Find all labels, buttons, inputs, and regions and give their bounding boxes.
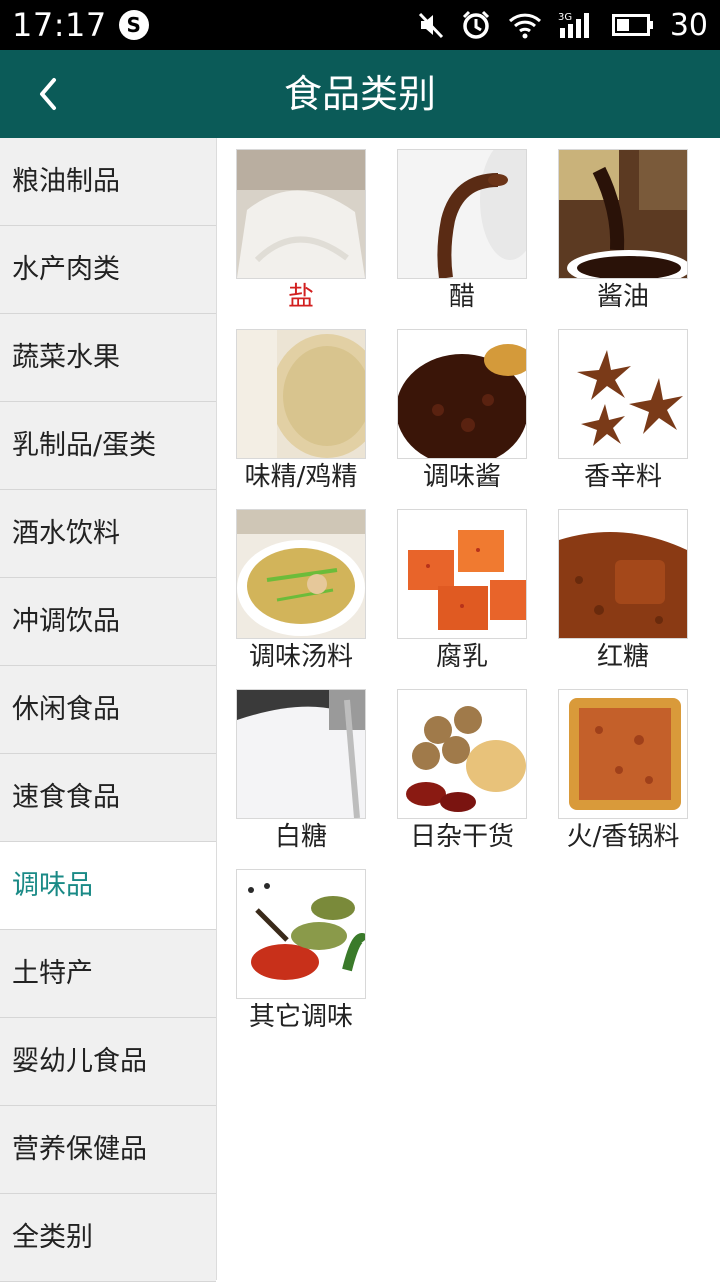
dried-goods-image — [397, 689, 527, 819]
item-label: 香辛料 — [583, 462, 662, 492]
sidebar-item-all[interactable]: 全类别 — [0, 1194, 216, 1282]
item-label: 味精/鸡精 — [244, 462, 358, 492]
product-grid: 盐 醋 酱油 味精/鸡精 调味酱 香辛料 调味汤料 腐乳 红糖 白糖 日杂干货 … — [216, 138, 720, 1280]
grid-item-soy-sauce[interactable]: 酱油 — [538, 138, 688, 312]
item-label: 调味汤料 — [248, 642, 353, 672]
item-label: 火/香锅料 — [566, 822, 680, 852]
mute-icon — [418, 12, 443, 39]
white-sugar-image — [236, 689, 366, 819]
item-label: 白糖 — [274, 822, 327, 852]
item-label: 酱油 — [596, 282, 649, 312]
page-title: 食品类别 — [283, 72, 436, 116]
spices-image — [558, 329, 688, 459]
signal-3g-icon: 3G — [558, 12, 589, 38]
grid-item-other-seasoning[interactable]: 其它调味 — [216, 858, 366, 1032]
other-seasoning-image — [236, 869, 366, 999]
status-icons: 3G 30 — [418, 0, 708, 50]
grid-item-brown-sugar[interactable]: 红糖 — [538, 498, 688, 672]
seasoning-sauce-image — [397, 329, 527, 459]
battery-level: 30 — [669, 7, 708, 43]
grid-item-dried-goods[interactable]: 日杂干货 — [377, 678, 527, 852]
salt-image — [236, 149, 366, 279]
sidebar-item-drinks[interactable]: 酒水饮料 — [0, 490, 216, 578]
sidebar-item-dairy-eggs[interactable]: 乳制品/蛋类 — [0, 402, 216, 490]
status-time: 17:17 — [12, 6, 107, 44]
alarm-icon — [462, 10, 489, 39]
soup-base-image — [236, 509, 366, 639]
wifi-icon — [508, 13, 541, 39]
status-bar: 17:17 S 3G 30 — [0, 0, 720, 50]
grid-item-msg[interactable]: 味精/鸡精 — [216, 318, 366, 492]
grid-item-vinegar[interactable]: 醋 — [377, 138, 527, 312]
sidebar-item-health[interactable]: 营养保健品 — [0, 1106, 216, 1194]
brown-sugar-image — [558, 509, 688, 639]
grid-item-fermented-tofu[interactable]: 腐乳 — [377, 498, 527, 672]
grid-item-white-sugar[interactable]: 白糖 — [216, 678, 366, 852]
item-label: 腐乳 — [435, 642, 488, 672]
sidebar-item-local-specialty[interactable]: 土特产 — [0, 930, 216, 1018]
msg-image — [236, 329, 366, 459]
hotpot-base-image — [558, 689, 688, 819]
sidebar-item-baby-food[interactable]: 婴幼儿食品 — [0, 1018, 216, 1106]
item-label: 红糖 — [596, 642, 649, 672]
vinegar-image — [397, 149, 527, 279]
soy-sauce-image — [558, 149, 688, 279]
fermented-tofu-image — [397, 509, 527, 639]
grid-item-soup-base[interactable]: 调味汤料 — [216, 498, 366, 672]
grid-item-seasoning-sauce[interactable]: 调味酱 — [377, 318, 527, 492]
app-header: 食品类别 — [0, 50, 720, 138]
grid-item-salt[interactable]: 盐 — [216, 138, 366, 312]
battery-icon — [611, 14, 653, 36]
sidebar-item-seafood-meat[interactable]: 水产肉类 — [0, 226, 216, 314]
grid-item-hotpot-base[interactable]: 火/香锅料 — [538, 678, 688, 852]
sidebar-item-snacks[interactable]: 休闲食品 — [0, 666, 216, 754]
sidebar-item-instant-food[interactable]: 速食食品 — [0, 754, 216, 842]
item-label: 醋 — [448, 282, 475, 312]
item-label: 日杂干货 — [409, 822, 514, 852]
app-notification-icon: S — [118, 10, 149, 40]
grid-item-spices[interactable]: 香辛料 — [538, 318, 688, 492]
sidebar-item-brewed-drinks[interactable]: 冲调饮品 — [0, 578, 216, 666]
sidebar-item-seasoning[interactable]: 调味品 — [0, 842, 216, 930]
item-label: 盐 — [287, 282, 314, 312]
category-sidebar: 粮油制品 水产肉类 蔬菜水果 乳制品/蛋类 酒水饮料 冲调饮品 休闲食品 速食食… — [0, 138, 217, 1282]
item-label: 调味酱 — [422, 462, 501, 492]
item-label: 其它调味 — [248, 1002, 353, 1032]
sidebar-item-grain-oil[interactable]: 粮油制品 — [0, 138, 216, 226]
sidebar-item-vegetables-fruit[interactable]: 蔬菜水果 — [0, 314, 216, 402]
svg-text:3G: 3G — [558, 12, 572, 23]
